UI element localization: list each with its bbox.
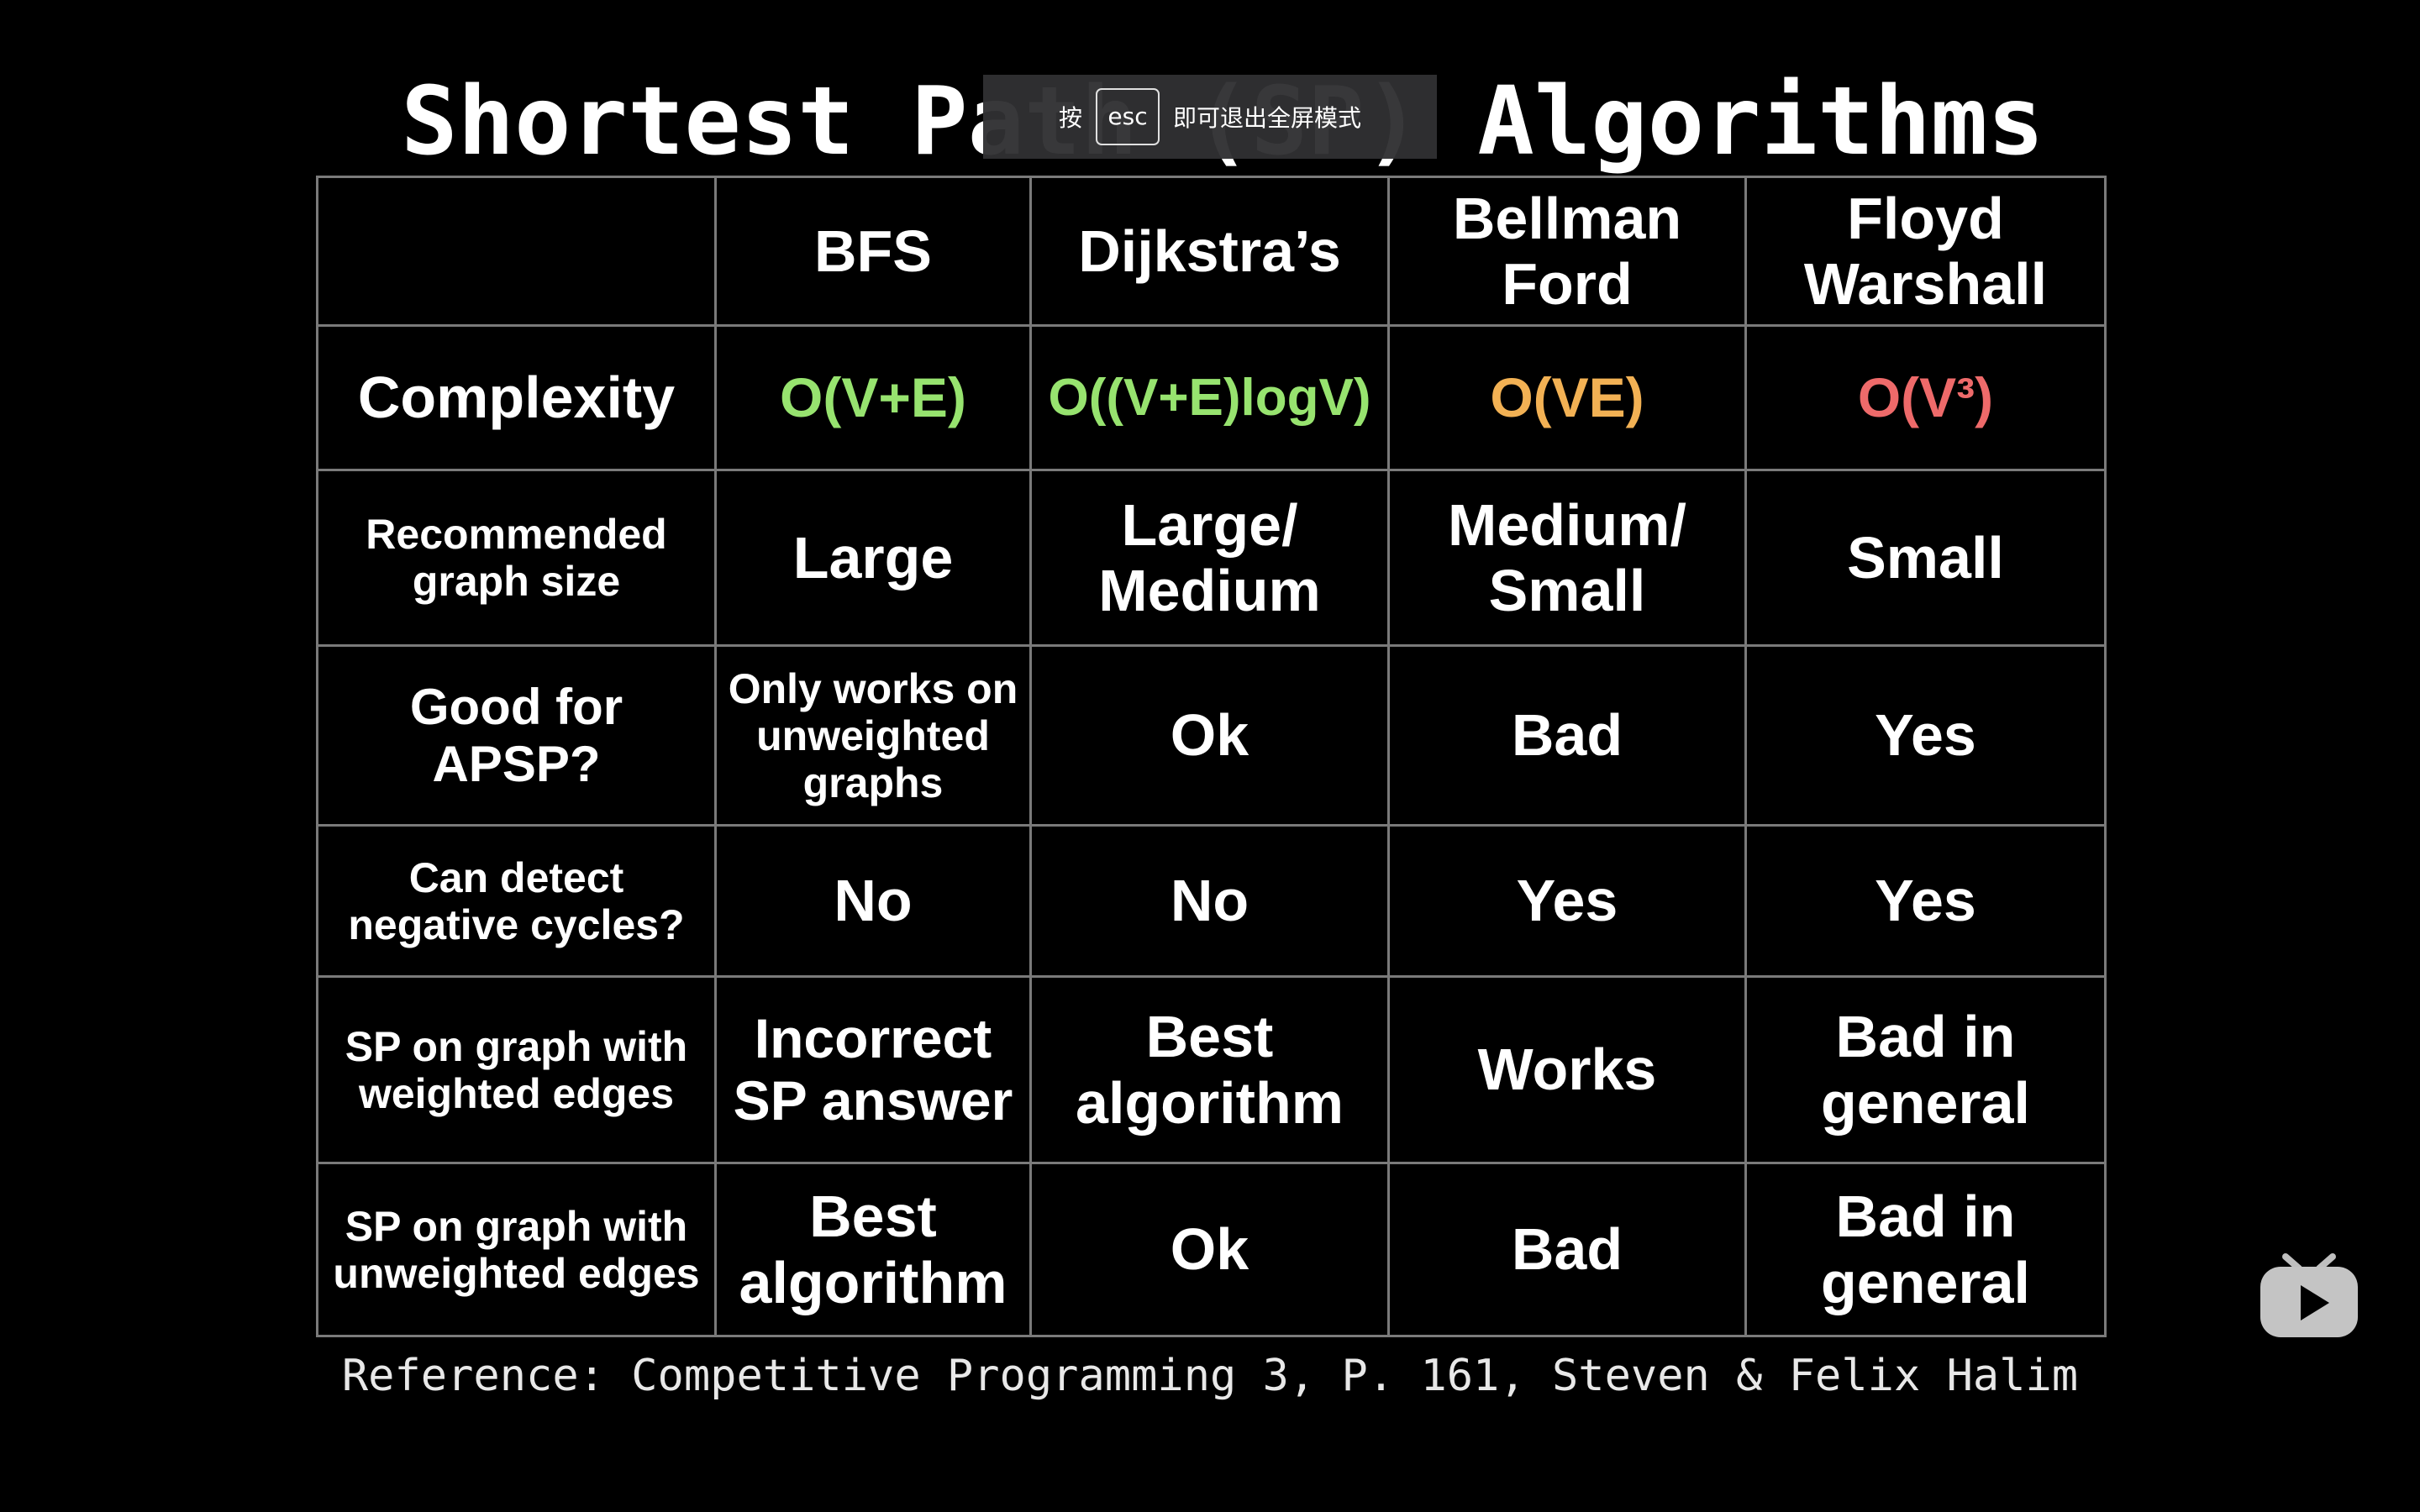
algorithms-comparison-table: BFS Dijkstra’s Bellman Ford Floyd Warsha…	[316, 176, 2107, 1337]
unweighted-bellman-ford: Bad	[1387, 1162, 1747, 1337]
hint-suffix: 即可退出全屏模式	[1173, 104, 1362, 132]
fullscreen-exit-hint: 按 esc 即可退出全屏模式	[983, 75, 1437, 159]
table-row-negative-cycles: Can detect negative cycles? No No Yes Ye…	[316, 824, 2107, 978]
negative-cycles-bellman-ford: Yes	[1387, 824, 1747, 978]
table-row-graph-size: Recommended graph size Large Large/ Medi…	[316, 469, 2107, 647]
header-floyd-warshall: Floyd Warshall	[1744, 176, 2107, 327]
reference-note: Reference: Competitive Programming 3, P.…	[341, 1351, 2079, 1401]
table-row-unweighted: SP on graph with unweighted edges Best a…	[316, 1162, 2107, 1337]
header-bellman-ford: Bellman Ford	[1387, 176, 1747, 327]
weighted-bellman-ford: Works	[1387, 975, 1747, 1164]
unweighted-bfs: Best algorithm	[714, 1162, 1032, 1337]
table-header-row: BFS Dijkstra’s Bellman Ford Floyd Warsha…	[316, 176, 2107, 327]
apsp-floyd-warshall: Yes	[1744, 644, 2107, 827]
table-row-weighted: SP on graph with weighted edges Incorrec…	[316, 975, 2107, 1164]
header-corner-cell	[316, 176, 717, 327]
tv-play-icon[interactable]	[2257, 1252, 2361, 1344]
row-label-graph-size: Recommended graph size	[316, 469, 717, 647]
table-row-complexity: Complexity O(V+E) O((V+E)logV) O(VE) O(V…	[316, 324, 2107, 471]
weighted-floyd-warshall: Bad in general	[1744, 975, 2107, 1164]
graph-size-dijkstra: Large/ Medium	[1029, 469, 1390, 647]
unweighted-dijkstra: Ok	[1029, 1162, 1390, 1337]
row-label-negative-cycles: Can detect negative cycles?	[316, 824, 717, 978]
weighted-bfs: Incorrect SP answer	[714, 975, 1032, 1164]
complexity-bfs: O(V+E)	[714, 324, 1032, 471]
row-label-weighted: SP on graph with weighted edges	[316, 975, 717, 1164]
apsp-dijkstra: Ok	[1029, 644, 1390, 827]
hint-prefix: 按	[1058, 104, 1082, 132]
complexity-floyd-warshall: O(V³)	[1744, 324, 2107, 471]
negative-cycles-floyd-warshall: Yes	[1744, 824, 2107, 978]
graph-size-floyd-warshall: Small	[1744, 469, 2107, 647]
negative-cycles-dijkstra: No	[1029, 824, 1390, 978]
header-bfs: BFS	[714, 176, 1032, 327]
unweighted-floyd-warshall: Bad in general	[1744, 1162, 2107, 1337]
esc-key[interactable]: esc	[1096, 88, 1160, 145]
graph-size-bfs: Large	[714, 469, 1032, 647]
table-row-apsp: Good for APSP? Only works on unweighted …	[316, 644, 2107, 827]
negative-cycles-bfs: No	[714, 824, 1032, 978]
weighted-dijkstra: Best algorithm	[1029, 975, 1390, 1164]
row-label-complexity: Complexity	[316, 324, 717, 471]
complexity-bellman-ford: O(VE)	[1387, 324, 1747, 471]
apsp-bfs: Only works on unweighted graphs	[714, 644, 1032, 827]
row-label-apsp: Good for APSP?	[316, 644, 717, 827]
graph-size-bellman-ford: Medium/ Small	[1387, 469, 1747, 647]
complexity-dijkstra: O((V+E)logV)	[1029, 324, 1390, 471]
header-dijkstra: Dijkstra’s	[1029, 176, 1390, 327]
apsp-bellman-ford: Bad	[1387, 644, 1747, 827]
row-label-unweighted: SP on graph with unweighted edges	[316, 1162, 717, 1337]
